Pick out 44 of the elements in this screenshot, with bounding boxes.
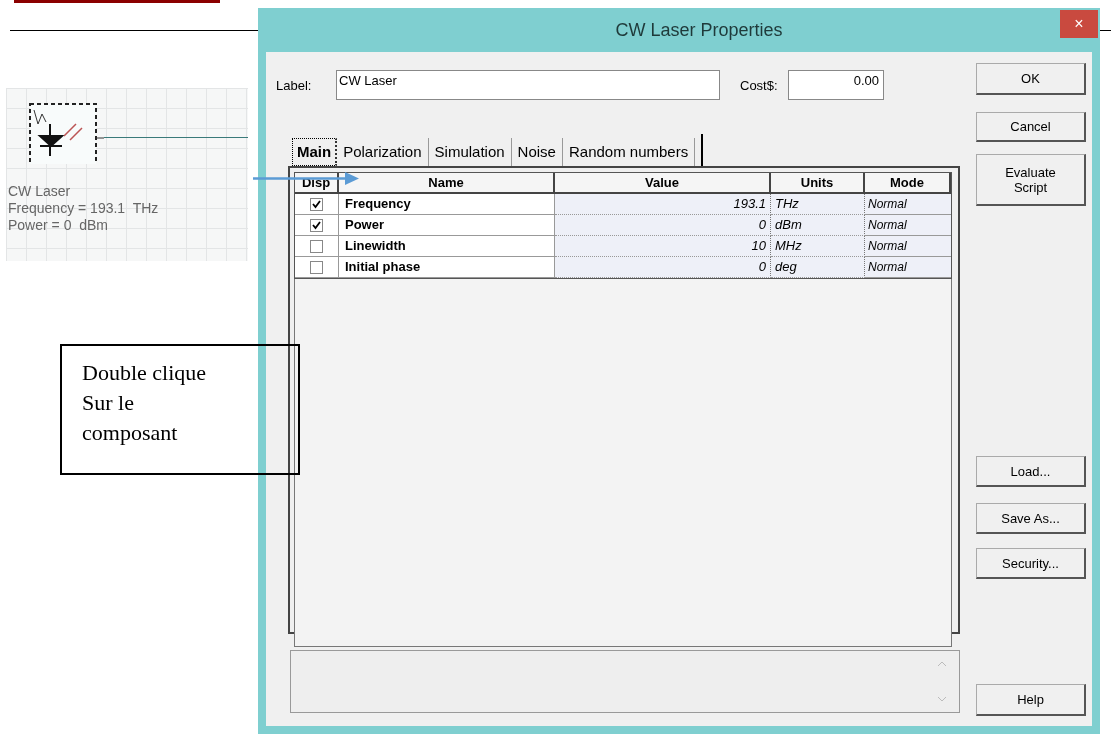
check-icon: [312, 199, 321, 209]
callout-text: Double clique Sur le composant: [82, 359, 208, 447]
table-cell: 10: [555, 236, 771, 257]
checkbox[interactable]: [310, 260, 323, 274]
window-title: CW Laser Properties: [615, 18, 783, 42]
column-header: Value: [555, 173, 771, 194]
table-cell: 193.1: [555, 194, 771, 215]
table-cell: Normal: [865, 257, 951, 278]
checkbox[interactable]: [310, 239, 323, 253]
table-cell: 0: [555, 215, 771, 236]
checkbox[interactable]: [310, 197, 323, 211]
component-label: CW Laser: [8, 183, 72, 200]
check-icon: [312, 220, 321, 230]
dialog-button[interactable]: Evaluate Script: [976, 154, 1086, 206]
column-header: Name: [339, 173, 555, 194]
horizontal-rule: [1099, 30, 1111, 31]
column-header: Units: [771, 173, 865, 194]
table-cell: Normal: [865, 194, 951, 215]
table-cell: MHz: [771, 236, 865, 257]
label-caption: Label:: [276, 77, 312, 95]
table-cell: Linewidth: [339, 236, 555, 257]
dialog-button[interactable]: Load...: [976, 456, 1086, 487]
table-cell: Normal: [865, 215, 951, 236]
dialog-button[interactable]: Security...: [976, 548, 1086, 579]
table-cell: THz: [771, 194, 865, 215]
label-field[interactable]: CW Laser: [336, 70, 720, 100]
table-cell: Initial phase: [339, 257, 555, 278]
checkbox[interactable]: [310, 218, 323, 232]
table-cell: Power: [339, 215, 555, 236]
cost-field[interactable]: 0.00: [788, 70, 884, 100]
dialog-button[interactable]: Save As...: [976, 503, 1086, 534]
table-cell: deg: [771, 257, 865, 278]
dialog-button[interactable]: Cancel: [976, 112, 1086, 142]
table-cell: Frequency: [339, 194, 555, 215]
dialog-button[interactable]: OK: [976, 63, 1086, 95]
cost-caption: Cost$:: [740, 77, 778, 95]
close-button[interactable]: ×: [1060, 10, 1098, 38]
table-cell: 0: [555, 257, 771, 278]
component-parameter: Power = 0 dBm: [8, 217, 109, 234]
component-parameter: Frequency = 193.1 THz: [8, 200, 159, 217]
column-header: Mode: [865, 173, 951, 194]
table-cell: dBm: [771, 215, 865, 236]
help-button[interactable]: Help: [976, 684, 1086, 716]
table-cell: Normal: [865, 236, 951, 257]
